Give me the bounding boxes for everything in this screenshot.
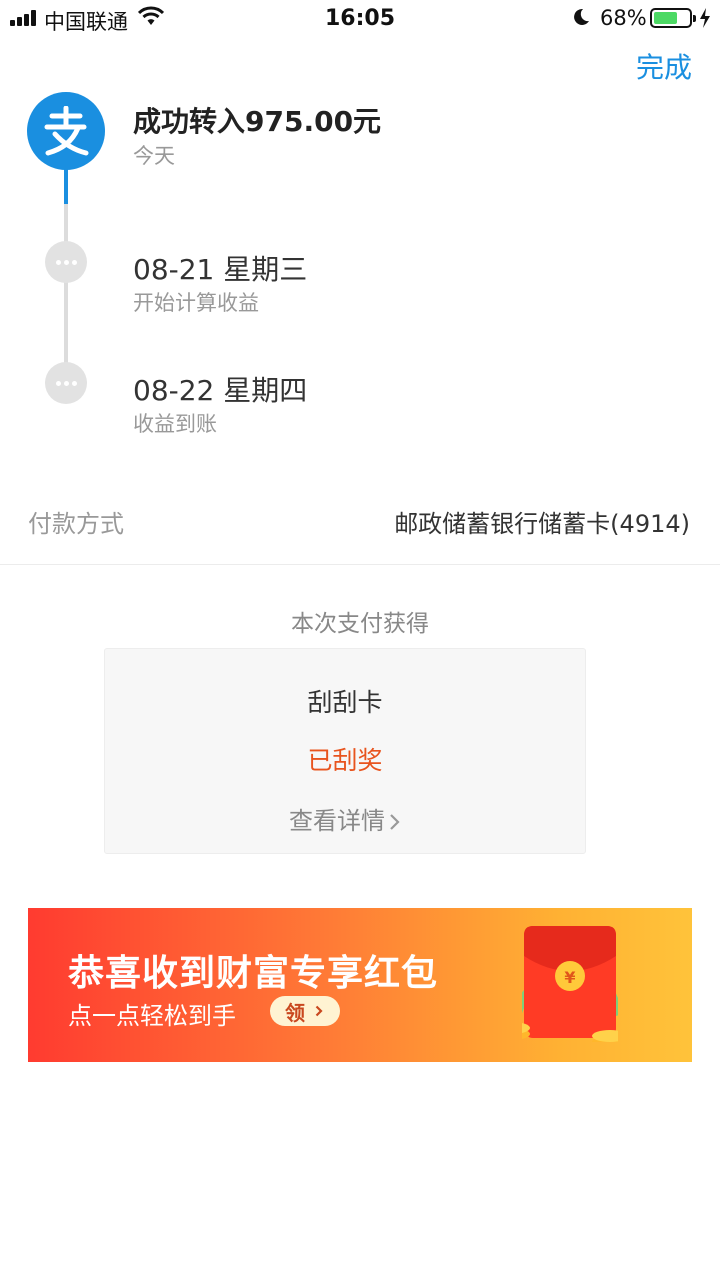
reward-section-title: 本次支付获得 xyxy=(291,611,429,637)
payment-method-label: 付款方式 xyxy=(28,510,124,538)
done-button[interactable]: 完成 xyxy=(636,46,692,86)
view-details-label: 查看详情 xyxy=(289,807,385,835)
step-subtitle-start: 开始计算收益 xyxy=(133,291,259,315)
step-title-arrival-date: 08-22 星期四 xyxy=(133,374,308,407)
step-subtitle-arrival: 收益到账 xyxy=(133,412,217,436)
moon-icon xyxy=(574,8,589,25)
red-packet-banner[interactable]: 恭喜收到财富专享红包 点一点轻松到手 领 ¥ xyxy=(28,908,692,1062)
step-subtitle-transfer: 今天 xyxy=(133,144,175,168)
alipay-logo-icon xyxy=(27,92,105,170)
chevron-right-icon xyxy=(315,1005,323,1017)
battery-fill xyxy=(654,12,677,24)
step-title-transfer: 成功转入975.00元 xyxy=(133,105,382,138)
step-title-start-date: 08-21 星期三 xyxy=(133,253,308,286)
battery-icon xyxy=(650,8,696,28)
claim-button[interactable]: 领 xyxy=(270,996,340,1026)
section-divider xyxy=(0,564,720,565)
status-bar: 中国联通 16:05 68% xyxy=(0,0,720,40)
banner-title: 恭喜收到财富专享红包 xyxy=(68,953,439,994)
scratch-card[interactable]: 刮刮卡 已刮奖 查看详情 xyxy=(104,648,586,854)
view-details-link[interactable]: 查看详情 xyxy=(105,801,585,836)
chevron-right-icon xyxy=(390,814,400,830)
more-dots-icon xyxy=(45,362,87,404)
svg-text:¥: ¥ xyxy=(564,968,575,987)
more-dots-icon xyxy=(45,241,87,283)
payment-method-value: 邮政储蓄银行储蓄卡(4914) xyxy=(394,510,690,538)
claim-label: 领 xyxy=(285,1001,305,1025)
scratch-card-status: 已刮奖 xyxy=(307,746,383,775)
payment-method-row: 付款方式 邮政储蓄银行储蓄卡(4914) xyxy=(0,490,720,554)
timeline-pending-line xyxy=(64,204,68,384)
battery-percent: 68% xyxy=(600,6,647,30)
scratch-card-name: 刮刮卡 xyxy=(307,688,383,717)
banner-subtitle: 点一点轻松到手 xyxy=(68,1002,236,1030)
red-packet-icon: ¥ xyxy=(522,926,618,1042)
charging-bolt-icon xyxy=(700,8,710,28)
